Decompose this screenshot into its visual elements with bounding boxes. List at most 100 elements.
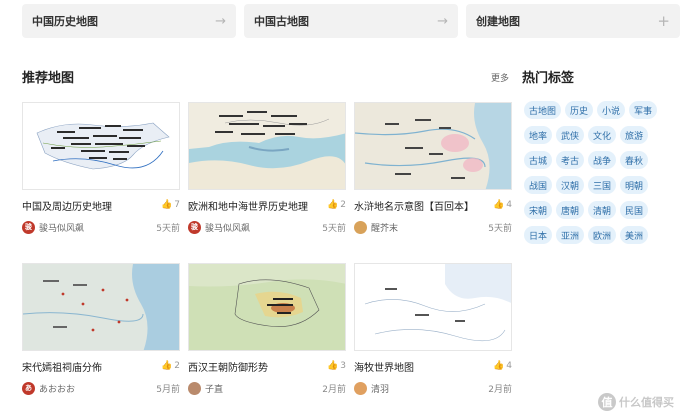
- timestamp: 5天前: [488, 223, 512, 234]
- map-thumbnail[interactable]: [354, 102, 512, 190]
- author-name: あおおお: [39, 384, 76, 395]
- author[interactable]: 醒芥末: [354, 220, 399, 234]
- thumbs-up-icon: 👍: [493, 361, 505, 371]
- author-name: 醒芥末: [371, 223, 399, 234]
- link-china-ancient-map[interactable]: 中国古地图 →: [244, 4, 458, 38]
- tag[interactable]: 古地图: [524, 101, 562, 119]
- tag[interactable]: 文化: [588, 126, 617, 144]
- map-card[interactable]: 中国及周边历史地理 👍 7 骏 骏马似风飙 5天前: [22, 102, 180, 234]
- link-label: 创建地图: [476, 15, 520, 28]
- like-value: 4: [506, 200, 512, 210]
- author[interactable]: 骏 骏马似风飙: [22, 220, 85, 234]
- tag[interactable]: 亚洲: [556, 226, 585, 244]
- author[interactable]: あ あおおお: [22, 381, 76, 395]
- timestamp: 5月前: [156, 384, 180, 395]
- map-card[interactable]: 宋代嫣祖祠庙分佈 👍 2 あ あおおお 5月前: [22, 263, 180, 395]
- author-name: 骏马似风飙: [39, 223, 85, 234]
- author[interactable]: 清羽: [354, 381, 390, 395]
- map-card[interactable]: 欧洲和地中海世界历史地理 👍 2 骏 骏马似风飙 5天前: [188, 102, 346, 234]
- tag-cloud: 古地图 历史 小说 军事 地率 武侠 文化 旅游 古城 考古 战争 春秋 战国 …: [524, 101, 664, 244]
- map-title[interactable]: 中国及周边历史地理: [22, 198, 112, 213]
- tag[interactable]: 军事: [629, 101, 658, 119]
- tag[interactable]: 欧洲: [588, 226, 617, 244]
- map-thumbnail[interactable]: [188, 102, 346, 190]
- map-card[interactable]: 西汉王朝防御形势 👍 3 子直 2月前: [188, 263, 346, 395]
- like-count[interactable]: 👍 7: [161, 200, 180, 210]
- timestamp: 2月前: [488, 384, 512, 395]
- map-title[interactable]: 水浒地名示意图【百回本】: [354, 198, 474, 213]
- tag[interactable]: 宋朝: [524, 201, 553, 219]
- tag[interactable]: 民国: [620, 201, 649, 219]
- tag[interactable]: 明朝: [620, 176, 649, 194]
- timestamp: 5天前: [322, 223, 346, 234]
- map-title[interactable]: 海牧世界地图: [354, 359, 414, 374]
- map-title[interactable]: 欧洲和地中海世界历史地理: [188, 198, 308, 213]
- thumbs-up-icon: 👍: [327, 361, 339, 371]
- like-value: 7: [174, 200, 180, 210]
- more-link[interactable]: 更多: [491, 71, 509, 84]
- thumbs-up-icon: 👍: [161, 361, 173, 371]
- arrow-right-icon: →: [437, 13, 448, 29]
- avatar: あ: [22, 381, 35, 395]
- like-count[interactable]: 👍 2: [327, 200, 346, 210]
- plus-icon: +: [657, 12, 670, 30]
- thumbs-up-icon: 👍: [327, 200, 339, 210]
- map-thumbnail[interactable]: [22, 263, 180, 351]
- tag[interactable]: 三国: [588, 176, 617, 194]
- tag[interactable]: 考古: [556, 151, 585, 169]
- thumbs-up-icon: 👍: [161, 200, 173, 210]
- link-create-map[interactable]: 创建地图 +: [466, 4, 680, 38]
- tag[interactable]: 武侠: [556, 126, 585, 144]
- tag[interactable]: 战国: [524, 176, 553, 194]
- tag[interactable]: 春秋: [620, 151, 649, 169]
- watermark: 值 什么值得买: [598, 393, 674, 411]
- avatar: 骏: [188, 220, 201, 234]
- tag[interactable]: 汉朝: [556, 176, 585, 194]
- tag[interactable]: 美洲: [620, 226, 649, 244]
- like-count[interactable]: 👍 4: [493, 361, 512, 371]
- tag[interactable]: 旅游: [620, 126, 649, 144]
- tag[interactable]: 唐朝: [556, 201, 585, 219]
- map-thumbnail[interactable]: [354, 263, 512, 351]
- author[interactable]: 骏 骏马似风飙: [188, 220, 251, 234]
- tag[interactable]: 清朝: [588, 201, 617, 219]
- tag[interactable]: 小说: [597, 101, 626, 119]
- avatar: [188, 381, 201, 395]
- like-value: 2: [340, 200, 346, 210]
- watermark-text: 什么值得买: [619, 396, 674, 409]
- link-label: 中国历史地图: [32, 15, 98, 28]
- avatar: 骏: [22, 220, 35, 234]
- author-name: 子直: [205, 384, 224, 395]
- tag[interactable]: 历史: [565, 101, 594, 119]
- avatar: [354, 220, 367, 234]
- section-title-hot-tags: 热门标签: [522, 71, 575, 86]
- timestamp: 2月前: [322, 384, 346, 395]
- like-count[interactable]: 👍 2: [161, 361, 180, 371]
- link-china-history-map[interactable]: 中国历史地图 →: [22, 4, 236, 38]
- tag[interactable]: 战争: [588, 151, 617, 169]
- thumbs-up-icon: 👍: [493, 200, 505, 210]
- avatar: [354, 381, 367, 395]
- map-title[interactable]: 西汉王朝防御形势: [188, 359, 268, 374]
- like-value: 3: [340, 361, 346, 371]
- tag[interactable]: 地率: [524, 126, 553, 144]
- arrow-right-icon: →: [215, 13, 226, 29]
- like-value: 4: [506, 361, 512, 371]
- link-label: 中国古地图: [254, 15, 309, 28]
- like-count[interactable]: 👍 4: [493, 200, 512, 210]
- tag[interactable]: 古城: [524, 151, 553, 169]
- tag[interactable]: 日本: [524, 226, 553, 244]
- map-thumbnail[interactable]: [22, 102, 180, 190]
- like-value: 2: [174, 361, 180, 371]
- author[interactable]: 子直: [188, 381, 224, 395]
- author-name: 清羽: [371, 384, 390, 395]
- watermark-badge: 值: [598, 393, 616, 411]
- section-title-recommended: 推荐地图: [22, 71, 75, 86]
- timestamp: 5天前: [156, 223, 180, 234]
- map-thumbnail[interactable]: [188, 263, 346, 351]
- author-name: 骏马似风飙: [205, 223, 251, 234]
- map-card[interactable]: 海牧世界地图 👍 4 清羽 2月前: [354, 263, 512, 395]
- map-card[interactable]: 水浒地名示意图【百回本】 👍 4 醒芥末 5天前: [354, 102, 512, 234]
- like-count[interactable]: 👍 3: [327, 361, 346, 371]
- map-title[interactable]: 宋代嫣祖祠庙分佈: [22, 359, 102, 374]
